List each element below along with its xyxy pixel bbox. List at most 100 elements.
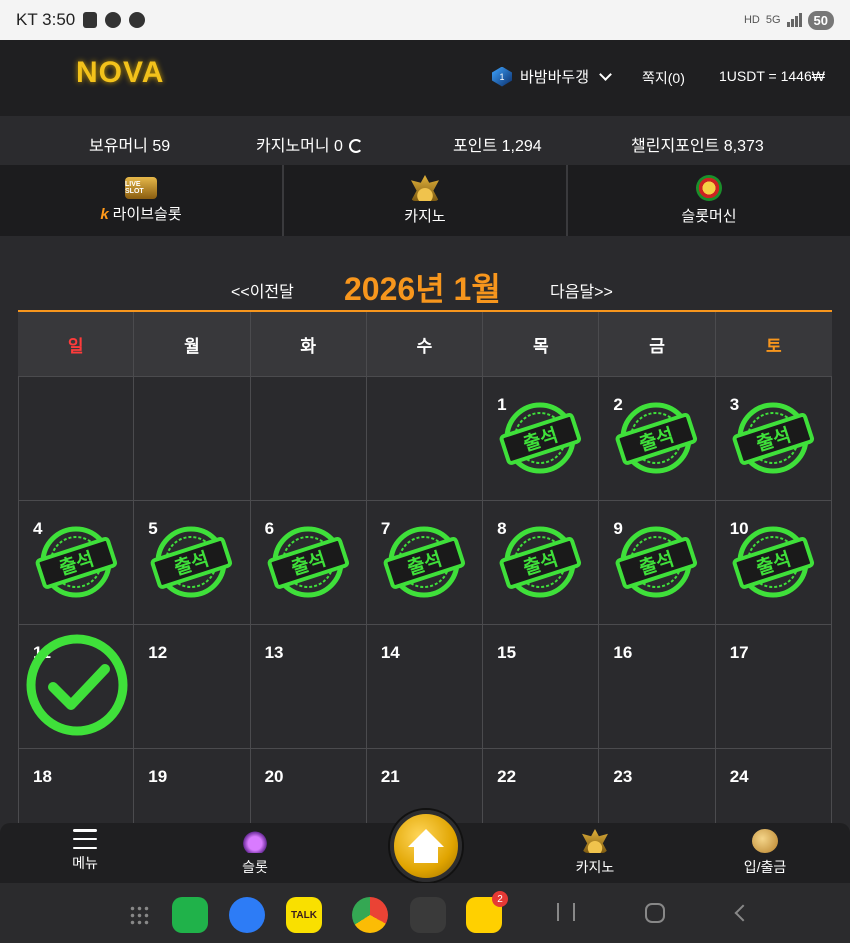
notification-badge: 2	[492, 891, 508, 907]
weekday-fri: 금	[599, 312, 716, 376]
kakaotalk-app-icon[interactable]: TALK	[286, 897, 322, 933]
calendar-day-cell[interactable]: 5 출석	[134, 501, 251, 624]
nova-logo[interactable]: NOVA	[76, 56, 164, 90]
calendar-day-cell[interactable]: 7 출석	[367, 501, 484, 624]
tab-slot-machine[interactable]: 슬롯머신	[568, 165, 850, 236]
weekday-sun: 일	[18, 312, 135, 376]
calendar-day-cell[interactable]: 10 출석	[716, 501, 832, 624]
calendar-day-cell	[251, 377, 367, 500]
calculator-app-icon[interactable]	[410, 897, 446, 933]
bottom-nav-slot[interactable]: 슬롯	[210, 829, 300, 877]
calendar-day-cell	[134, 377, 251, 500]
calendar-day-cell[interactable]: 11	[18, 625, 135, 748]
bottom-nav-menu-label: 메뉴	[72, 855, 98, 871]
points: 포인트 1,294	[453, 138, 542, 155]
attendance-stamp-icon: 출석	[267, 526, 349, 598]
calendar-day-cell[interactable]: 4 출석	[18, 501, 135, 624]
calendar-day-cell[interactable]: 16	[599, 625, 716, 748]
day-number: 13	[264, 643, 284, 662]
today-check-icon	[26, 634, 128, 736]
bottom-nav-deposit-label: 입/출금	[743, 859, 787, 875]
day-number: 21	[380, 767, 400, 786]
tab-slot-machine-label: 슬롯머신	[681, 208, 737, 225]
tab-casino-label: 카지노	[404, 208, 446, 225]
attendance-stamp-icon: 출석	[499, 402, 582, 474]
bottom-nav-menu[interactable]: 메뉴	[40, 829, 130, 873]
weekday-sat: 토	[766, 336, 782, 356]
attendance-stamp-icon: 출석	[383, 526, 465, 598]
hd-indicator: HD	[743, 14, 760, 26]
k-brand-icon: k	[100, 206, 109, 223]
calendar-day-cell[interactable]: 12	[134, 625, 251, 748]
weekday-mon: 월	[134, 312, 251, 376]
bottom-nav-casino[interactable]: 카지노	[550, 829, 640, 877]
calendar-nav: <<이전달 2026년 1월 다음달>>	[0, 262, 850, 307]
month-title: 2026년 1월	[344, 271, 501, 307]
system-status-bar: KT 3:50 HD 5G 50	[0, 0, 850, 40]
calendar-day-cell[interactable]: 1 출석	[483, 377, 600, 500]
calendar-day-cell[interactable]: 13	[251, 625, 367, 748]
chrome-app-icon[interactable]	[352, 897, 388, 933]
day-number: 22	[497, 767, 517, 786]
casino-money: 카지노머니 0	[256, 132, 363, 156]
tab-casino[interactable]: 카지노	[284, 165, 568, 236]
refresh-icon[interactable]	[348, 139, 363, 153]
calendar-week-row: 11 12 13 14 15 16 17	[18, 624, 832, 748]
calendar-day-cell[interactable]: 17	[716, 625, 832, 748]
next-month-link[interactable]: 다음달>>	[550, 278, 613, 302]
calendar-day-cell	[367, 377, 484, 500]
home-system-button-icon[interactable]	[645, 903, 665, 923]
phone-app-icon[interactable]	[172, 897, 208, 933]
prev-month-link[interactable]: <<이전달	[231, 278, 294, 302]
day-number: 24	[729, 767, 749, 786]
bandcamp-app-icon[interactable]: 2	[466, 891, 508, 933]
slot-machine-icon	[696, 175, 722, 201]
calendar-week-row: 1 출석 2 출석 3 출석	[18, 376, 832, 500]
weekday-thu: 목	[483, 312, 600, 376]
chevron-down-icon	[599, 67, 612, 81]
notification-b-icon	[83, 12, 98, 28]
home-button[interactable]	[390, 810, 462, 882]
day-number: 17	[729, 643, 749, 662]
user-dropdown[interactable]: 1 바밤바두갱	[492, 66, 612, 87]
day-number: 19	[148, 767, 168, 786]
carrier-time: KT 3:50	[16, 10, 76, 29]
recents-button-icon[interactable]	[557, 903, 575, 921]
messages-link[interactable]: 쪽지(0)	[642, 68, 685, 88]
day-number: 20	[264, 767, 284, 786]
day-number: 23	[613, 767, 633, 786]
back-button-icon[interactable]	[734, 904, 752, 922]
casino-money-text: 카지노머니 0	[256, 138, 343, 155]
calendar-day-cell[interactable]: 9 출석	[599, 501, 716, 624]
bottom-nav-slot-label: 슬롯	[242, 859, 268, 875]
day-number: 14	[380, 643, 400, 662]
attendance-stamp-icon: 출석	[732, 402, 814, 474]
calendar-day-cell[interactable]: 8 출석	[483, 501, 600, 624]
calendar-day-cell[interactable]: 14	[367, 625, 484, 748]
battery-indicator: 50	[807, 10, 834, 30]
balance-bar: 보유머니 59 카지노머니 0 포인트 1,294 챌린지포인트 8,373	[0, 116, 850, 165]
day-number: 16	[613, 643, 633, 662]
casino-icon	[582, 829, 608, 853]
game-tabs: LIVE SLOT k 라이브슬롯 카지노 슬롯머신	[0, 165, 850, 236]
calendar-day-cell[interactable]: 15	[483, 625, 600, 748]
attendance-stamp-icon: 출석	[615, 526, 698, 598]
attendance-stamp-icon: 출석	[35, 526, 118, 598]
notification-k-icon	[105, 12, 122, 28]
live-slot-icon: LIVE SLOT	[125, 177, 157, 199]
calendar-day-cell[interactable]: 3 출석	[716, 377, 832, 500]
weekday-wed: 수	[367, 312, 484, 376]
calendar-day-cell[interactable]: 2 출석	[599, 377, 716, 500]
bottom-nav-deposit[interactable]: 입/출금	[720, 829, 810, 877]
app-drawer-icon[interactable]	[129, 905, 151, 927]
slot-icon	[242, 829, 268, 853]
coins-icon	[752, 829, 778, 853]
casino-crown-icon	[411, 175, 439, 201]
holding-money: 보유머니 59	[89, 138, 171, 155]
messages-app-icon[interactable]	[229, 897, 265, 933]
attendance-stamp-icon: 출석	[150, 526, 233, 598]
calendar-week-row: 4 출석 5 출석 6 출석 7 출석 8 출석 9 출석 10 출석	[18, 500, 832, 624]
calendar-day-cell[interactable]: 6 출석	[251, 501, 367, 624]
tab-live-slot[interactable]: LIVE SLOT k 라이브슬롯	[0, 165, 284, 236]
network-indicator: 5G	[765, 14, 781, 26]
